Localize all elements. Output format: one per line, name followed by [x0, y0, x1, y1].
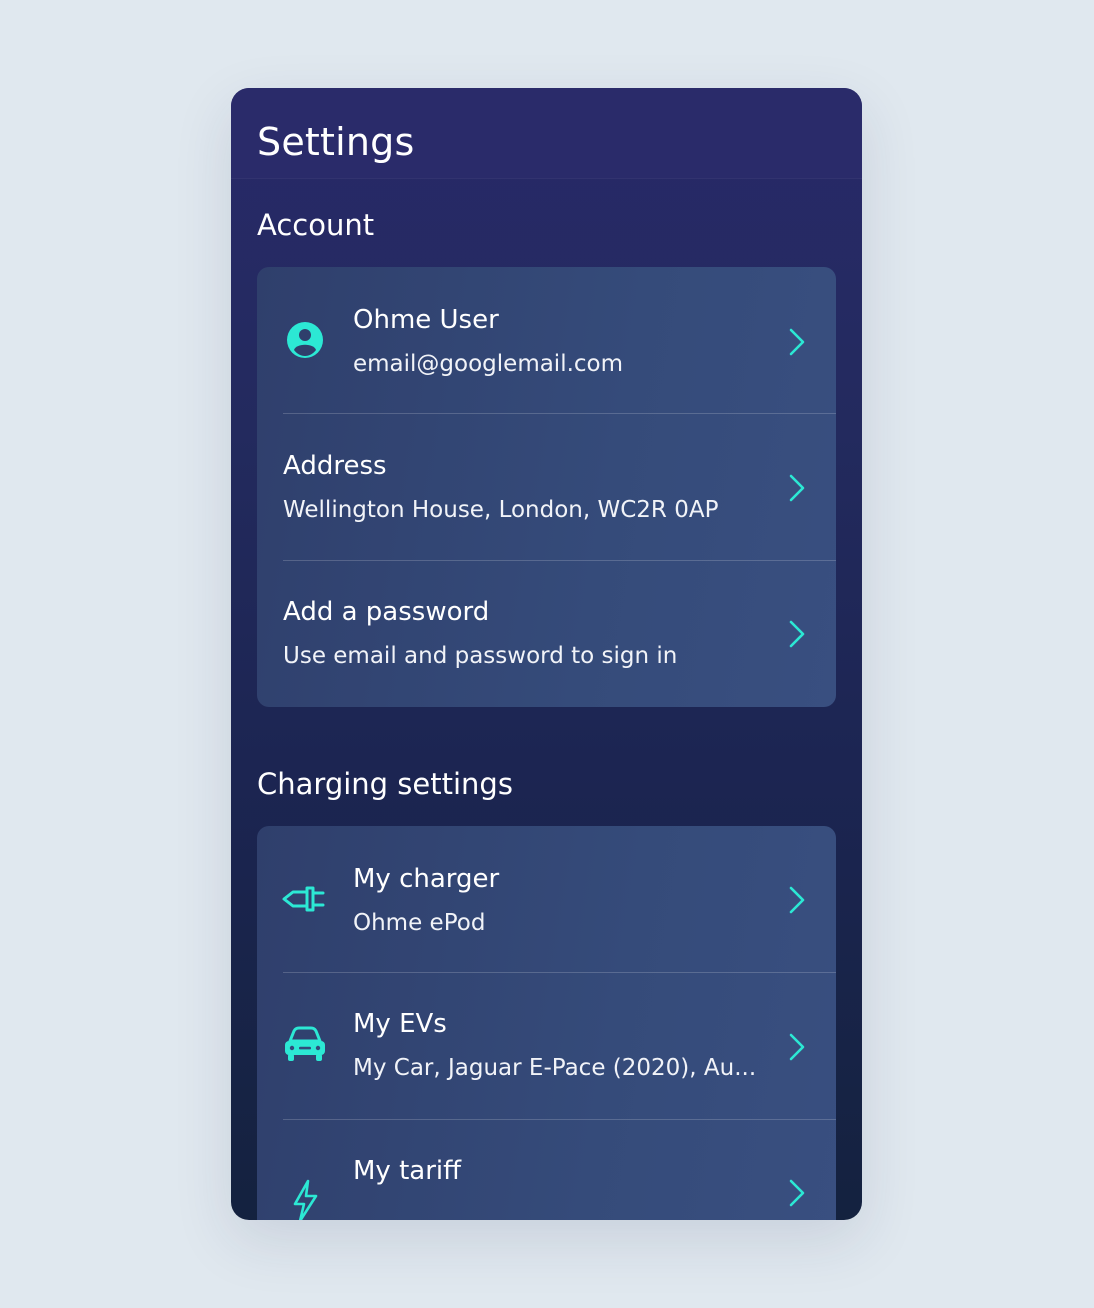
tariff-title: My tariff	[353, 1156, 462, 1186]
chevron-right-icon	[789, 886, 805, 914]
chevron-right-icon	[789, 1179, 805, 1207]
address-title: Address	[283, 451, 387, 481]
header: Settings	[231, 88, 862, 179]
user-icon	[279, 314, 331, 366]
plug-icon	[279, 873, 331, 925]
password-description: Use email and password to sign in	[283, 643, 678, 669]
lightning-icon	[279, 1175, 331, 1220]
account-row-password[interactable]: Add a password Use email and password to…	[257, 561, 836, 707]
account-row-user[interactable]: Ohme User email@googlemail.com	[257, 267, 836, 413]
chevron-right-icon	[789, 474, 805, 502]
charger-title: My charger	[353, 864, 500, 894]
user-name: Ohme User	[353, 305, 499, 335]
charger-model: Ohme ePod	[353, 910, 486, 936]
page-title: Settings	[257, 120, 415, 164]
charging-card: My charger Ohme ePod My EVs My Car, Jagu…	[257, 826, 836, 1220]
charging-row-charger[interactable]: My charger Ohme ePod	[257, 826, 836, 972]
account-card: Ohme User email@googlemail.com Address W…	[257, 267, 836, 707]
account-row-address[interactable]: Address Wellington House, London, WC2R 0…	[257, 414, 836, 560]
charging-row-tariff[interactable]: My tariff	[257, 1120, 836, 1220]
chevron-right-icon	[789, 1033, 805, 1061]
chevron-right-icon	[789, 620, 805, 648]
evs-title: My EVs	[353, 1009, 447, 1039]
evs-list: My Car, Jaguar E-Pace (2020), Au...	[353, 1055, 757, 1081]
chevron-right-icon	[789, 328, 805, 356]
section-title-account: Account	[257, 208, 375, 242]
user-email: email@googlemail.com	[353, 351, 624, 377]
car-icon	[279, 1018, 331, 1070]
section-title-charging: Charging settings	[257, 767, 513, 801]
settings-screen: Settings Account Ohme User email@googlem…	[231, 88, 862, 1220]
charging-row-evs[interactable]: My EVs My Car, Jaguar E-Pace (2020), Au.…	[257, 973, 836, 1119]
address-value: Wellington House, London, WC2R 0AP	[283, 497, 719, 523]
password-title: Add a password	[283, 597, 490, 627]
